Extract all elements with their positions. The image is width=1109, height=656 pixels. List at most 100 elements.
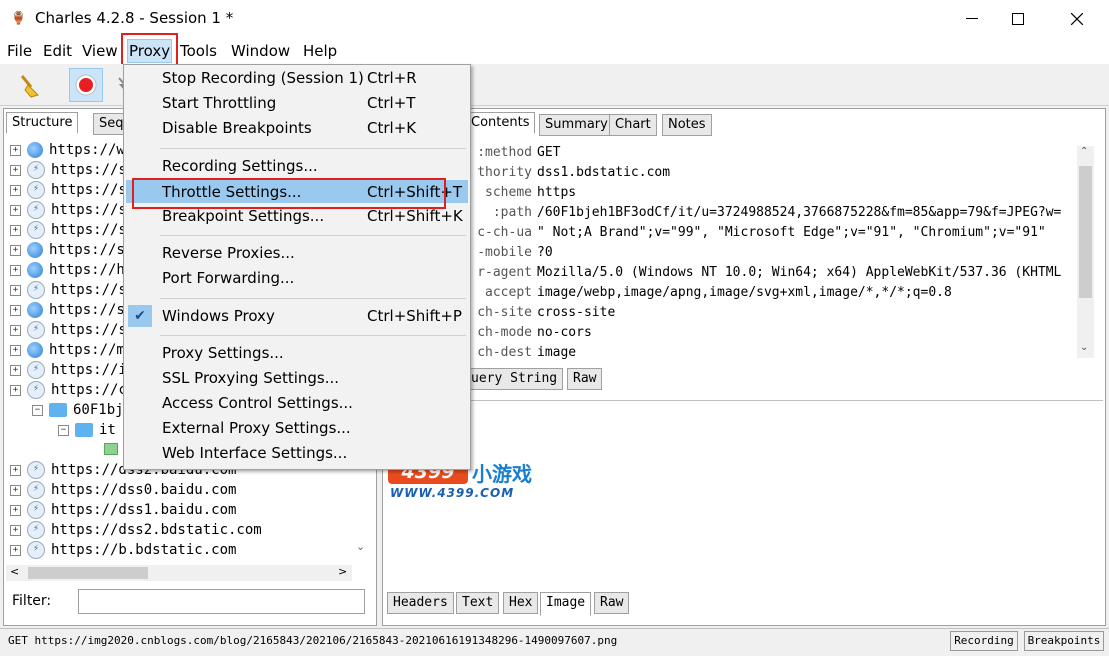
tree-row[interactable]: + https://s <box>10 240 125 260</box>
minimize-icon[interactable] <box>949 0 995 38</box>
headers-vertical-scrollbar[interactable]: ⌃ ⌄ <box>1077 146 1094 358</box>
tree-row[interactable]: + ⚡ https://b.bdstatic.com <box>10 540 236 560</box>
expand-icon[interactable]: + <box>10 464 21 476</box>
header-row[interactable]: scheme https <box>466 183 576 203</box>
tab-chart[interactable]: Chart <box>609 114 657 136</box>
tree-row[interactable]: + ⚡ https://dss0.baidu.com <box>10 480 236 500</box>
expand-icon[interactable]: + <box>10 544 21 556</box>
tab-summary[interactable]: Summary <box>539 114 614 136</box>
expand-icon[interactable]: + <box>10 164 21 176</box>
recording-status-button[interactable]: Recording <box>950 631 1018 651</box>
tab-request-raw[interactable]: Raw <box>567 368 603 390</box>
menu-item-start-throttling[interactable]: Start Throttling Ctrl+T <box>126 91 468 115</box>
header-row[interactable]: thority dss1.bdstatic.com <box>466 163 670 183</box>
collapse-icon[interactable]: − <box>58 424 69 436</box>
globe-icon <box>27 262 43 278</box>
menu-item-disable-breakpoints[interactable]: Disable Breakpoints Ctrl+K <box>126 116 468 140</box>
tree-row[interactable]: − it <box>58 420 116 440</box>
menu-item-external-proxy-settings[interactable]: External Proxy Settings... <box>126 416 468 440</box>
close-icon[interactable] <box>1054 0 1100 38</box>
scroll-down-icon[interactable]: ⌄ <box>356 540 365 553</box>
expand-icon[interactable]: + <box>10 204 21 216</box>
tree-row[interactable]: + ⚡ https://c <box>10 380 127 400</box>
tab-resp-headers[interactable]: Headers <box>387 592 454 614</box>
expand-icon[interactable]: + <box>10 344 21 356</box>
tab-notes[interactable]: Notes <box>662 114 712 136</box>
header-key: c-ch-ua <box>477 225 532 240</box>
collapse-icon[interactable]: − <box>32 404 43 416</box>
expand-icon[interactable]: + <box>10 284 21 296</box>
filter-input[interactable] <box>78 589 365 614</box>
tree-row[interactable]: + ⚡ https://s <box>10 180 127 200</box>
menu-view[interactable]: View <box>81 40 119 62</box>
menu-item-ssl-proxying-settings[interactable]: SSL Proxying Settings... <box>126 366 468 390</box>
menu-edit[interactable]: Edit <box>42 40 73 62</box>
menu-help[interactable]: Help <box>302 40 338 62</box>
expand-icon[interactable]: + <box>10 384 21 396</box>
scroll-left-icon[interactable]: < <box>10 565 19 578</box>
header-row[interactable]: ch-site cross-site <box>466 303 615 323</box>
tree-row[interactable]: + https://s <box>10 300 125 320</box>
expand-icon[interactable]: + <box>10 324 21 336</box>
header-row[interactable]: r-agent Mozilla/5.0 (Windows NT 10.0; Win… <box>466 263 1061 283</box>
menu-item-recording-settings[interactable]: Recording Settings... <box>126 154 468 178</box>
tab-resp-hex[interactable]: Hex <box>503 592 539 614</box>
header-row[interactable]: ch-mode no-cors <box>466 323 592 343</box>
tab-resp-image[interactable]: Image <box>540 592 592 616</box>
headers-scrollbar-thumb[interactable] <box>1079 166 1092 298</box>
tree-row[interactable]: + https://m <box>10 340 125 360</box>
expand-icon[interactable]: + <box>10 504 21 516</box>
menu-item-windows-proxy[interactable]: Windows Proxy Ctrl+Shift+P ✔ <box>126 304 468 328</box>
tree-row[interactable]: + ⚡ https://i <box>10 360 127 380</box>
menu-item-web-interface-settings[interactable]: Web Interface Settings... <box>126 441 468 465</box>
tree-row[interactable]: + ⚡ https://s <box>10 280 127 300</box>
tree-row[interactable]: + ⚡ https://dss2.bdstatic.com <box>10 520 262 540</box>
menu-item-proxy-settings[interactable]: Proxy Settings... <box>126 341 468 365</box>
expand-icon[interactable]: + <box>10 524 21 536</box>
scrollbar-thumb[interactable] <box>28 567 148 579</box>
menu-file[interactable]: File <box>6 40 33 62</box>
scroll-right-icon[interactable]: > <box>338 565 347 578</box>
menu-window[interactable]: Window <box>230 40 291 62</box>
menu-item-reverse-proxies[interactable]: Reverse Proxies... <box>126 241 468 265</box>
breakpoints-status-button[interactable]: Breakpoints <box>1024 631 1104 651</box>
image-file-icon[interactable] <box>104 443 118 455</box>
expand-icon[interactable]: + <box>10 144 21 156</box>
maximize-icon[interactable] <box>995 0 1041 38</box>
tab-resp-text[interactable]: Text <box>456 592 500 614</box>
tab-contents[interactable]: Contents <box>466 112 536 134</box>
menu-item-port-forwarding[interactable]: Port Forwarding... <box>126 266 468 290</box>
expand-icon[interactable]: + <box>10 364 21 376</box>
expand-icon[interactable]: + <box>10 244 21 256</box>
horizontal-scrollbar[interactable]: < > <box>6 565 352 581</box>
tree-row[interactable]: + https://w <box>10 140 125 160</box>
menu-item-stop-recording[interactable]: Stop Recording (Session 1) Ctrl+R <box>126 66 468 90</box>
tab-query-string[interactable]: uery String <box>466 368 564 390</box>
tree-row[interactable]: + ⚡ https://s <box>10 220 127 240</box>
headers-scroll-down-icon[interactable]: ⌄ <box>1080 342 1088 353</box>
tab-structure[interactable]: Structure <box>6 112 79 134</box>
expand-icon[interactable]: + <box>10 304 21 316</box>
tree-row[interactable]: + ⚡ https://s <box>10 160 127 180</box>
tab-resp-raw[interactable]: Raw <box>594 592 630 614</box>
expand-icon[interactable]: + <box>10 224 21 236</box>
expand-icon[interactable]: + <box>10 264 21 276</box>
header-row[interactable]: ch-dest image <box>466 343 576 363</box>
scroll-up-icon[interactable]: ⌃ <box>1080 146 1088 157</box>
expand-icon[interactable]: + <box>10 484 21 496</box>
tree-row[interactable]: + ⚡ https://dss1.baidu.com <box>10 500 236 520</box>
header-row[interactable]: accept image/webp,image/apng,image/svg+xm… <box>466 283 952 303</box>
broom-icon[interactable] <box>12 68 46 102</box>
tree-row[interactable]: + https://h <box>10 260 125 280</box>
tree-row[interactable]: + ⚡ https://s <box>10 200 127 220</box>
menu-item-access-control-settings[interactable]: Access Control Settings... <box>126 391 468 415</box>
tree-row[interactable]: − 60F1bj <box>32 400 124 420</box>
menu-tools[interactable]: Tools <box>179 40 218 62</box>
header-row[interactable]: :method GET <box>466 143 560 163</box>
header-row[interactable]: :path/60F1bjeh1BF3odCf/it/u=3724988524,3… <box>466 203 1062 223</box>
record-icon[interactable] <box>69 68 103 102</box>
expand-icon[interactable]: + <box>10 184 21 196</box>
header-row[interactable]: -mobile ?0 <box>466 243 552 263</box>
tree-row[interactable]: + ⚡ https://s <box>10 320 127 340</box>
header-row[interactable]: c-ch-ua " Not;A Brand";v="99", "Microsoft… <box>466 223 1046 243</box>
